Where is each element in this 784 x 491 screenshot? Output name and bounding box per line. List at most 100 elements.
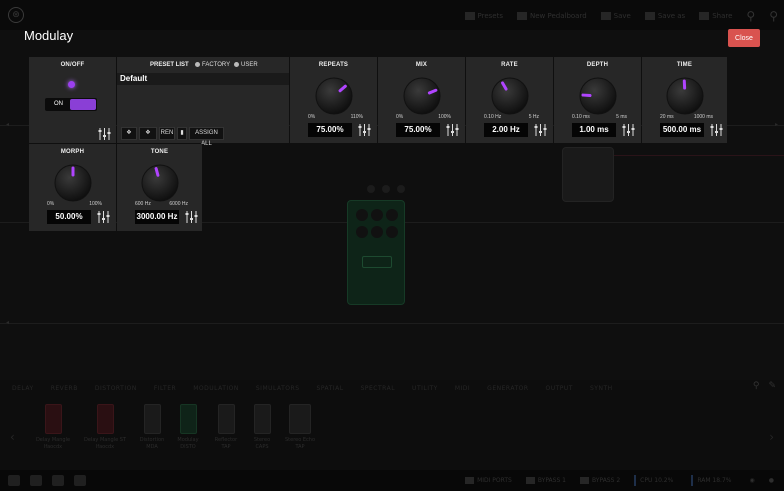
trash-icon: ▮ <box>180 130 184 136</box>
power-led <box>68 81 75 88</box>
zoom-out-icon[interactable]: ⚲ <box>746 9 755 23</box>
tab-category[interactable]: OUTPUT <box>546 385 573 399</box>
time-min-label: 20 ms <box>660 114 674 120</box>
tab-category[interactable]: GENERATOR <box>487 385 528 399</box>
files-icon[interactable] <box>52 475 64 486</box>
input-jack-icon[interactable]: ◂ <box>6 121 9 128</box>
tools-icon[interactable] <box>8 475 20 486</box>
scroll-left-icon[interactable]: ‹ <box>10 430 15 444</box>
nav-presets[interactable]: Presets <box>464 12 503 20</box>
load-preset-button[interactable]: ❖ <box>121 127 137 140</box>
tab-category[interactable]: DISTORTION <box>95 385 137 399</box>
cable <box>600 155 784 156</box>
tone-header: TONE <box>150 149 169 155</box>
midi-ports-button[interactable]: MIDI PORTS <box>465 477 512 484</box>
input-jack-icon[interactable]: ◂ <box>6 319 9 326</box>
factory-radio[interactable]: FACTORY <box>195 62 230 68</box>
tab-category[interactable]: SPATIAL <box>317 385 344 399</box>
toggle-label: ON <box>54 101 63 107</box>
output-jack-icon[interactable]: ▸ <box>775 121 778 128</box>
tone-knob[interactable] <box>141 164 179 202</box>
rate-knob[interactable] <box>491 77 529 115</box>
bypass-2-button[interactable]: BYPASS 2 <box>580 477 620 484</box>
modulay-pedal[interactable] <box>347 200 405 305</box>
shelf-plugin[interactable]: Delay Mangle ST Ifaocdx <box>80 404 130 451</box>
morph-knob[interactable] <box>54 164 92 202</box>
repeats-header: REPEATS <box>318 62 349 68</box>
mix-knob[interactable] <box>403 77 441 115</box>
bypass-icon <box>580 477 589 484</box>
nav-new-pedalboard[interactable]: New Pedalboard <box>517 12 587 20</box>
gear-icon[interactable] <box>382 185 390 193</box>
nav-share[interactable]: Share <box>699 12 732 20</box>
midi-learn-icon[interactable] <box>622 123 635 137</box>
midi-learn-icon[interactable] <box>185 210 198 224</box>
user-radio[interactable]: USER <box>234 62 258 68</box>
rename-preset-button[interactable]: REN <box>159 127 175 140</box>
tab-category[interactable]: FILTER <box>154 385 176 399</box>
repeats-knob[interactable] <box>315 77 353 115</box>
midi-learn-icon[interactable] <box>97 210 110 224</box>
cpu-meter: CPU 10.2% <box>634 475 677 486</box>
settings-icon[interactable] <box>367 185 375 193</box>
on-off-toggle[interactable]: ON <box>45 98 97 111</box>
search-icon[interactable]: ⚲ <box>753 381 760 391</box>
mix-value[interactable]: 75.00% <box>396 123 440 137</box>
save-as-icon <box>644 12 655 20</box>
morph-panel: MORPH 0% 100% 50.00% <box>29 144 116 231</box>
bypass-1-button[interactable]: BYPASS 1 <box>525 477 566 484</box>
rate-header: RATE <box>501 62 518 68</box>
tab-category[interactable]: DELAY <box>12 385 34 399</box>
pedal[interactable] <box>562 147 614 202</box>
shop-icon[interactable] <box>74 475 86 486</box>
depth-value[interactable]: 1.00 ms <box>572 123 616 137</box>
tab-category[interactable]: UTILITY <box>412 385 438 399</box>
morph-min-label: 0% <box>47 201 55 207</box>
folder-icon[interactable] <box>30 475 42 486</box>
ram-meter: RAM 18.7% <box>691 475 735 486</box>
zoom-in-icon[interactable]: ⚲ <box>769 9 778 23</box>
tone-value[interactable]: 3000.00 Hz <box>135 210 179 224</box>
preset-select[interactable]: Default <box>117 73 289 85</box>
assign-all-button[interactable]: ASSIGN ALL <box>189 127 224 147</box>
status-indicators: MIDI PORTS BYPASS 1 BYPASS 2 CPU 10.2% R… <box>465 475 774 486</box>
delete-preset-button[interactable]: ▮ <box>177 127 187 140</box>
repeats-value[interactable]: 75.00% <box>308 123 352 137</box>
tab-category[interactable]: SPECTRAL <box>361 385 395 399</box>
rate-panel: RATE 0.10 Hz 5 Hz 2.00 Hz <box>466 57 553 143</box>
rate-max-label: 5 Hz <box>528 114 539 120</box>
midi-learn-icon[interactable] <box>98 127 111 141</box>
depth-panel: DEPTH 0.10 ms 5 ms 1.00 ms <box>554 57 641 143</box>
nav-save-as[interactable]: Save as <box>644 12 685 20</box>
time-knob[interactable] <box>666 77 704 115</box>
rate-value[interactable]: 2.00 Hz <box>484 123 528 137</box>
tab-category[interactable]: REVERB <box>51 385 78 399</box>
depth-max-label: 5 ms <box>616 114 627 120</box>
logo-icon: ⊛ <box>8 7 24 23</box>
morph-header: MORPH <box>60 149 85 155</box>
tab-category[interactable]: MODULATION <box>193 385 239 399</box>
midi-learn-icon[interactable] <box>446 123 459 137</box>
time-value[interactable]: 500.00 ms <box>660 123 704 137</box>
midi-learn-icon[interactable] <box>710 123 723 137</box>
eye-icon[interactable]: ◉ <box>750 477 755 484</box>
midi-learn-icon[interactable] <box>534 123 547 137</box>
scroll-right-icon[interactable]: › <box>769 430 774 444</box>
pedal-knob <box>356 226 368 238</box>
plugin-thumbnail <box>253 404 271 434</box>
midi-learn-icon[interactable] <box>358 123 371 137</box>
save-preset-button[interactable]: ❖ <box>139 127 157 140</box>
depth-knob[interactable] <box>579 77 617 115</box>
plugin-title: Modulay <box>24 28 74 43</box>
shelf-plugin[interactable]: Delay Mangle Ifaocdx <box>28 404 78 451</box>
tab-category[interactable]: SYNTH <box>590 385 613 399</box>
tab-category[interactable]: MIDI <box>455 385 470 399</box>
tab-category[interactable]: SIMULATORS <box>256 385 300 399</box>
close-button[interactable]: Close <box>728 29 760 47</box>
remove-icon[interactable] <box>397 185 405 193</box>
status-icon[interactable]: ● <box>769 477 774 484</box>
shelf-plugin[interactable]: Stereo Echo TAP <box>275 404 325 451</box>
pin-icon[interactable]: ✎ <box>768 381 776 391</box>
nav-save[interactable]: Save <box>600 12 631 20</box>
morph-value[interactable]: 50.00% <box>47 210 91 224</box>
